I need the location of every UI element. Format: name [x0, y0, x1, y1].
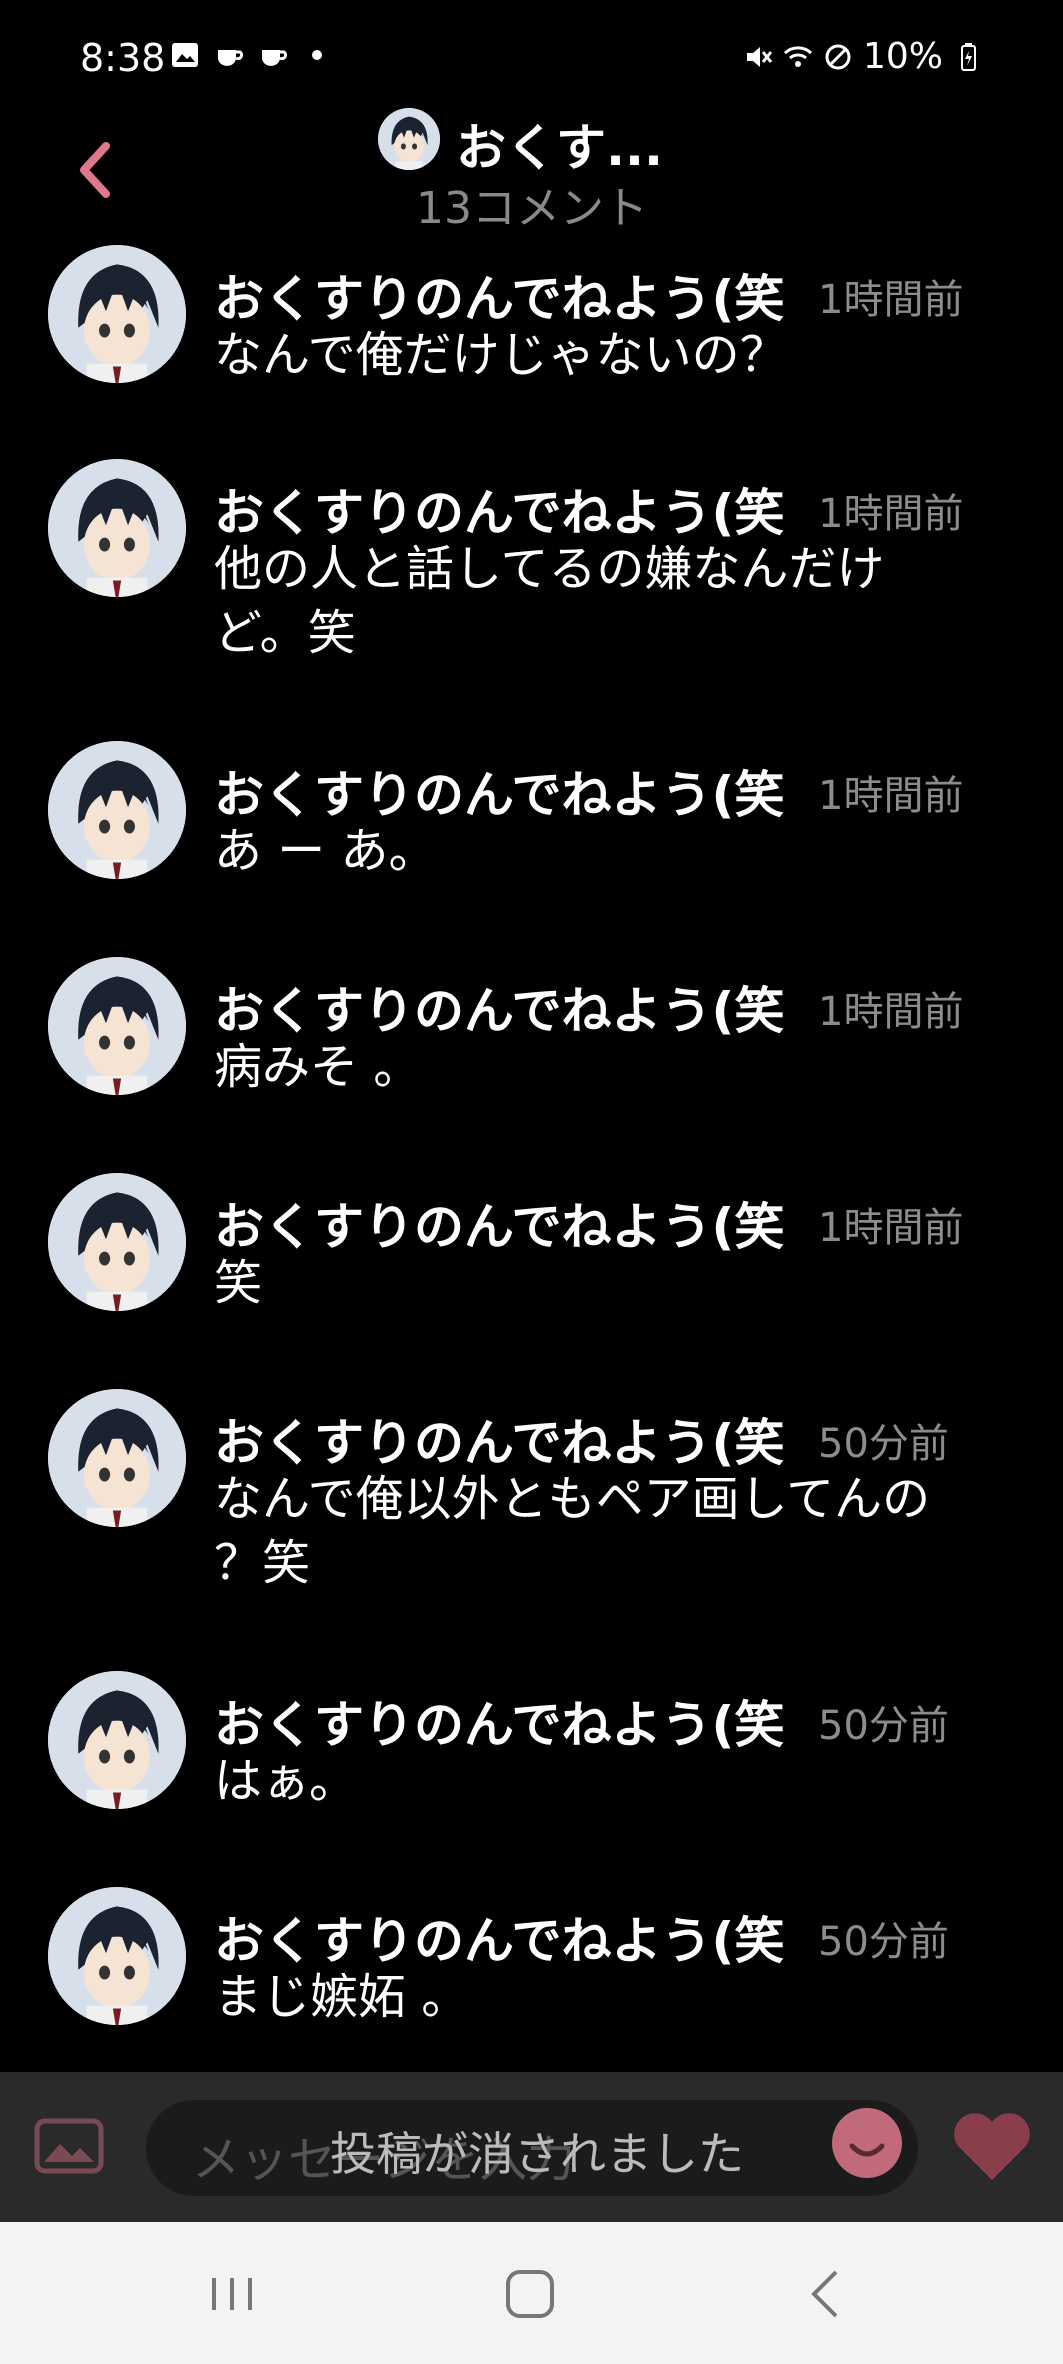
avatar-image	[48, 741, 186, 879]
status-time: 8:38	[80, 36, 166, 80]
avatar[interactable]	[48, 1887, 186, 2025]
comment-author: おくすりのんでねよう(笑	[214, 1414, 785, 1472]
avatar-image	[48, 1389, 186, 1527]
comment-text: あ ー あ。	[214, 823, 437, 879]
heart-icon[interactable]	[950, 2110, 1034, 2182]
avatar[interactable]	[48, 741, 186, 879]
status-right: 10%	[743, 36, 983, 77]
comment-text: 笑	[214, 1255, 263, 1311]
recent-apps-button[interactable]	[192, 2264, 272, 2324]
comment-author: おくすりのんでねよう(笑	[214, 982, 785, 1040]
comment-text: 病みそ 。	[214, 1039, 422, 1095]
wifi-icon	[783, 45, 813, 67]
comment-text: なんで俺だけじゃないの？	[214, 327, 788, 383]
back-button[interactable]	[70, 140, 120, 200]
toast-message: 投稿が消されました	[330, 2127, 744, 2181]
comment-time: 50分前	[818, 1703, 949, 1749]
avatar-image	[48, 1671, 186, 1809]
comment-author: おくすりのんでねよう(笑	[214, 484, 785, 542]
battery-percent: 10%	[862, 36, 943, 77]
avatar-image	[48, 1173, 186, 1311]
block-icon	[825, 44, 851, 69]
mute-icon	[746, 46, 773, 67]
comment-time: 50分前	[818, 1421, 949, 1467]
dot-icon	[312, 50, 322, 60]
avatar-image	[378, 108, 440, 170]
comment-text: はぁ。	[214, 1753, 358, 1809]
comment-time: 1時間前	[818, 277, 964, 323]
comment-list[interactable]: おくすりのんでねよう(笑 1時間前 なんで俺だけじゃないの？ おくすりのんでねよ…	[0, 245, 1063, 2070]
avatar[interactable]	[48, 459, 186, 597]
comment-time: 1時間前	[818, 989, 964, 1035]
avatar[interactable]	[48, 1389, 186, 1527]
cup-icon	[218, 50, 244, 66]
notification-icons	[170, 40, 332, 70]
home-button[interactable]	[490, 2264, 570, 2324]
chat-title: おくす...	[456, 119, 663, 177]
comment-author: おくすりのんでねよう(笑	[214, 766, 785, 824]
avatar-image	[48, 459, 186, 597]
avatar-image	[48, 245, 186, 383]
comment-time: 50分前	[818, 1919, 949, 1965]
comment-time: 1時間前	[818, 773, 964, 819]
avatar[interactable]	[48, 245, 186, 383]
comment-author: おくすりのんでねよう(笑	[214, 270, 785, 328]
comment-time: 1時間前	[818, 491, 964, 537]
avatar[interactable]	[48, 1671, 186, 1809]
comment-author: おくすりのんでねよう(笑	[214, 1696, 785, 1754]
emoji-button[interactable]	[832, 2108, 902, 2178]
comment-text: 他の人と話してるの嫌なんだけど。笑	[214, 541, 885, 661]
nav-back-button[interactable]	[788, 2264, 868, 2324]
gallery-icon	[172, 43, 198, 67]
comment-count: 13コメント	[416, 183, 648, 234]
cup-icon	[262, 50, 288, 66]
comment-author: おくすりのんでねよう(笑	[214, 1198, 785, 1256]
avatar[interactable]	[48, 957, 186, 1095]
system-nav-bar	[0, 2222, 1063, 2364]
comment-text: まじ嫉妬 。	[214, 1969, 470, 2025]
comment-text: なんで俺以外ともペア画してんの ？笑	[214, 1471, 931, 1591]
image-picker-icon[interactable]	[34, 2118, 104, 2174]
comment-time: 1時間前	[818, 1205, 964, 1251]
comment-author: おくすりのんでねよう(笑	[214, 1912, 785, 1970]
avatar-image	[48, 957, 186, 1095]
header-avatar[interactable]	[378, 108, 440, 170]
battery-icon	[961, 42, 976, 71]
smile-icon	[849, 2143, 885, 2157]
avatar-image	[48, 1887, 186, 2025]
avatar[interactable]	[48, 1173, 186, 1311]
